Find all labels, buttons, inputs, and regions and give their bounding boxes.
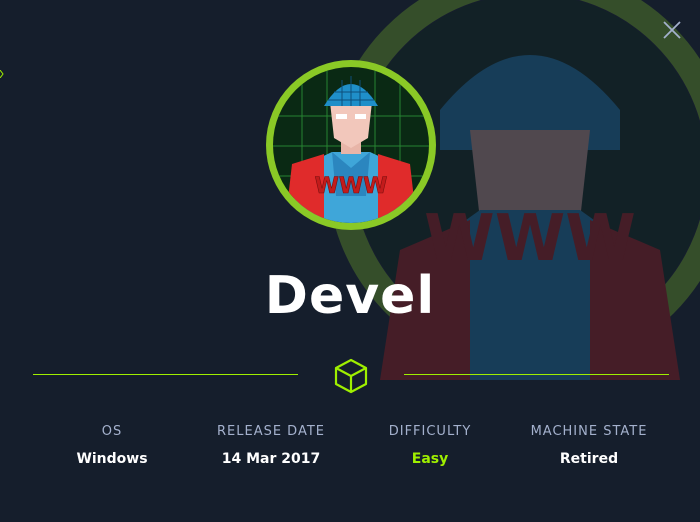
edge-marker [0, 70, 4, 78]
stat-value: 14 Mar 2017 [221, 451, 321, 467]
stat-label: RELEASE DATE [216, 424, 325, 439]
close-icon[interactable] [660, 18, 684, 42]
machine-name: Devel [264, 266, 436, 326]
stat-label: OS [101, 424, 123, 439]
cube-icon [334, 358, 368, 394]
divider-right [404, 374, 669, 375]
background-www-text: WWW [424, 202, 636, 276]
stat-os: OS Windows [32, 424, 192, 467]
avatar-www-text: WWW [315, 174, 388, 199]
stat-value: Easy [411, 451, 449, 467]
stat-label: MACHINE STATE [530, 424, 648, 439]
stat-label: DIFFICULTY [388, 424, 472, 439]
stat-difficulty: DIFFICULTY Easy [350, 424, 510, 467]
divider-left [33, 374, 298, 375]
machine-info-modal: WWW WWW Devel OS Windows RELEASE DATE 14… [0, 0, 700, 522]
machine-avatar: WWW [266, 60, 436, 230]
stat-value: Windows [76, 451, 148, 467]
stat-machine-state: MACHINE STATE Retired [509, 424, 669, 467]
stat-release-date: RELEASE DATE 14 Mar 2017 [191, 424, 351, 467]
stat-value: Retired [559, 451, 619, 467]
